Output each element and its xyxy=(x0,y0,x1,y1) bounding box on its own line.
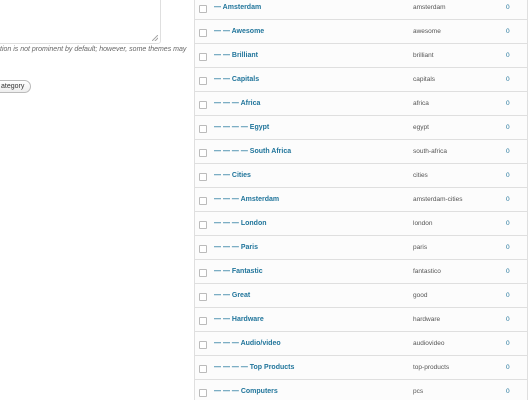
row-checkbox[interactable] xyxy=(199,101,207,109)
resize-handle-icon[interactable] xyxy=(152,35,158,41)
add-category-button[interactable]: ategory xyxy=(0,80,32,93)
category-name-link[interactable]: — — — Audio/video xyxy=(214,340,281,347)
category-post-count[interactable]: 0 xyxy=(506,148,510,155)
table-row: — — — Paris paris 0 xyxy=(195,236,527,260)
category-name-link[interactable]: — — Great xyxy=(214,292,250,299)
category-post-count[interactable]: 0 xyxy=(506,340,510,347)
description-help-text: tion is not prominent by default; howeve… xyxy=(0,46,187,53)
row-checkbox[interactable] xyxy=(199,389,207,397)
row-checkbox[interactable] xyxy=(199,221,207,229)
category-slug: london xyxy=(413,220,433,227)
category-post-count[interactable]: 0 xyxy=(506,244,510,251)
category-name-link[interactable]: — — Cities xyxy=(214,172,251,179)
category-post-count[interactable]: 0 xyxy=(506,172,510,179)
category-slug: capitals xyxy=(413,76,436,83)
category-slug: top-products xyxy=(413,364,450,371)
table-row: — Amsterdam amsterdam 0 xyxy=(195,0,527,20)
category-post-count[interactable]: 0 xyxy=(506,316,510,323)
category-name-link[interactable]: — — — — South Africa xyxy=(214,148,291,155)
category-slug: egypt xyxy=(413,124,429,131)
category-name-link[interactable]: — — Capitals xyxy=(214,76,259,83)
category-slug: brilliant xyxy=(413,52,434,59)
category-name-link[interactable]: — — — Paris xyxy=(214,244,258,251)
row-checkbox[interactable] xyxy=(199,53,207,61)
category-slug: africa xyxy=(413,100,429,107)
table-row: — — — — South Africa south-africa 0 xyxy=(195,140,527,164)
table-row: — — — Audio/video audiovideo 0 xyxy=(195,332,527,356)
table-row: — — — — Egypt egypt 0 xyxy=(195,116,527,140)
category-post-count[interactable]: 0 xyxy=(506,76,510,83)
table-row: — — Great good 0 xyxy=(195,284,527,308)
table-row: — — — Computers pcs 0 xyxy=(195,380,527,400)
row-checkbox[interactable] xyxy=(199,77,207,85)
category-name-link[interactable]: — — Fantastic xyxy=(214,268,263,275)
category-slug: paris xyxy=(413,244,428,251)
table-row: — — Fantastic fantastico 0 xyxy=(195,260,527,284)
category-slug: amsterdam-cities xyxy=(413,196,463,203)
category-name-link[interactable]: — Amsterdam xyxy=(214,4,261,11)
row-checkbox[interactable] xyxy=(199,341,207,349)
category-slug: south-africa xyxy=(413,148,447,155)
category-name-link[interactable]: — — Awesome xyxy=(214,28,264,35)
table-row: — — Cities cities 0 xyxy=(195,164,527,188)
category-post-count[interactable]: 0 xyxy=(506,52,510,59)
category-name-link[interactable]: — — — Africa xyxy=(214,100,260,107)
category-post-count[interactable]: 0 xyxy=(506,100,510,107)
row-checkbox[interactable] xyxy=(199,269,207,277)
category-name-link[interactable]: — — — — Egypt xyxy=(214,124,269,131)
category-post-count[interactable]: 0 xyxy=(506,220,510,227)
category-post-count[interactable]: 0 xyxy=(506,388,510,395)
category-name-link[interactable]: — — — Computers xyxy=(214,388,278,395)
row-checkbox[interactable] xyxy=(199,173,207,181)
table-row: — — — Amsterdam amsterdam-cities 0 xyxy=(195,188,527,212)
description-textarea[interactable] xyxy=(0,0,161,44)
category-post-count[interactable]: 0 xyxy=(506,292,510,299)
category-slug: amsterdam xyxy=(413,4,446,11)
table-row: — — — Africa africa 0 xyxy=(195,92,527,116)
category-slug: cities xyxy=(413,172,428,179)
category-slug: fantastico xyxy=(413,268,441,275)
table-row: — — Capitals capitals 0 xyxy=(195,68,527,92)
row-checkbox[interactable] xyxy=(199,149,207,157)
row-checkbox[interactable] xyxy=(199,365,207,373)
categories-admin-page: tion is not prominent by default; howeve… xyxy=(0,0,530,400)
category-post-count[interactable]: 0 xyxy=(506,268,510,275)
category-slug: hardware xyxy=(413,316,441,323)
table-row: — — Awesome awesome 0 xyxy=(195,20,527,44)
table-row: — — Hardware hardware 0 xyxy=(195,308,527,332)
row-checkbox[interactable] xyxy=(199,125,207,133)
category-name-link[interactable]: — — — London xyxy=(214,220,267,227)
row-checkbox[interactable] xyxy=(199,245,207,253)
table-row: — — — London london 0 xyxy=(195,212,527,236)
category-name-link[interactable]: — — Hardware xyxy=(214,316,264,323)
category-post-count[interactable]: 0 xyxy=(506,28,510,35)
row-checkbox[interactable] xyxy=(199,197,207,205)
row-checkbox[interactable] xyxy=(199,29,207,37)
category-slug: good xyxy=(413,292,428,299)
category-post-count[interactable]: 0 xyxy=(506,196,510,203)
row-checkbox[interactable] xyxy=(199,293,207,301)
categories-table: — Amsterdam amsterdam 0 — — Awesome awes… xyxy=(194,0,528,400)
category-name-link[interactable]: — — — — Top Products xyxy=(214,364,294,371)
category-slug: pcs xyxy=(413,388,424,395)
category-post-count[interactable]: 0 xyxy=(506,4,510,11)
row-checkbox[interactable] xyxy=(199,317,207,325)
category-name-link[interactable]: — — Brilliant xyxy=(214,52,258,59)
category-post-count[interactable]: 0 xyxy=(506,364,510,371)
row-checkbox[interactable] xyxy=(199,5,207,13)
table-row: — — Brilliant brilliant 0 xyxy=(195,44,527,68)
category-name-link[interactable]: — — — Amsterdam xyxy=(214,196,279,203)
category-slug: audiovideo xyxy=(413,340,445,347)
category-slug: awesome xyxy=(413,28,441,35)
table-row: — — — — Top Products top-products 0 xyxy=(195,356,527,380)
category-post-count[interactable]: 0 xyxy=(506,124,510,131)
